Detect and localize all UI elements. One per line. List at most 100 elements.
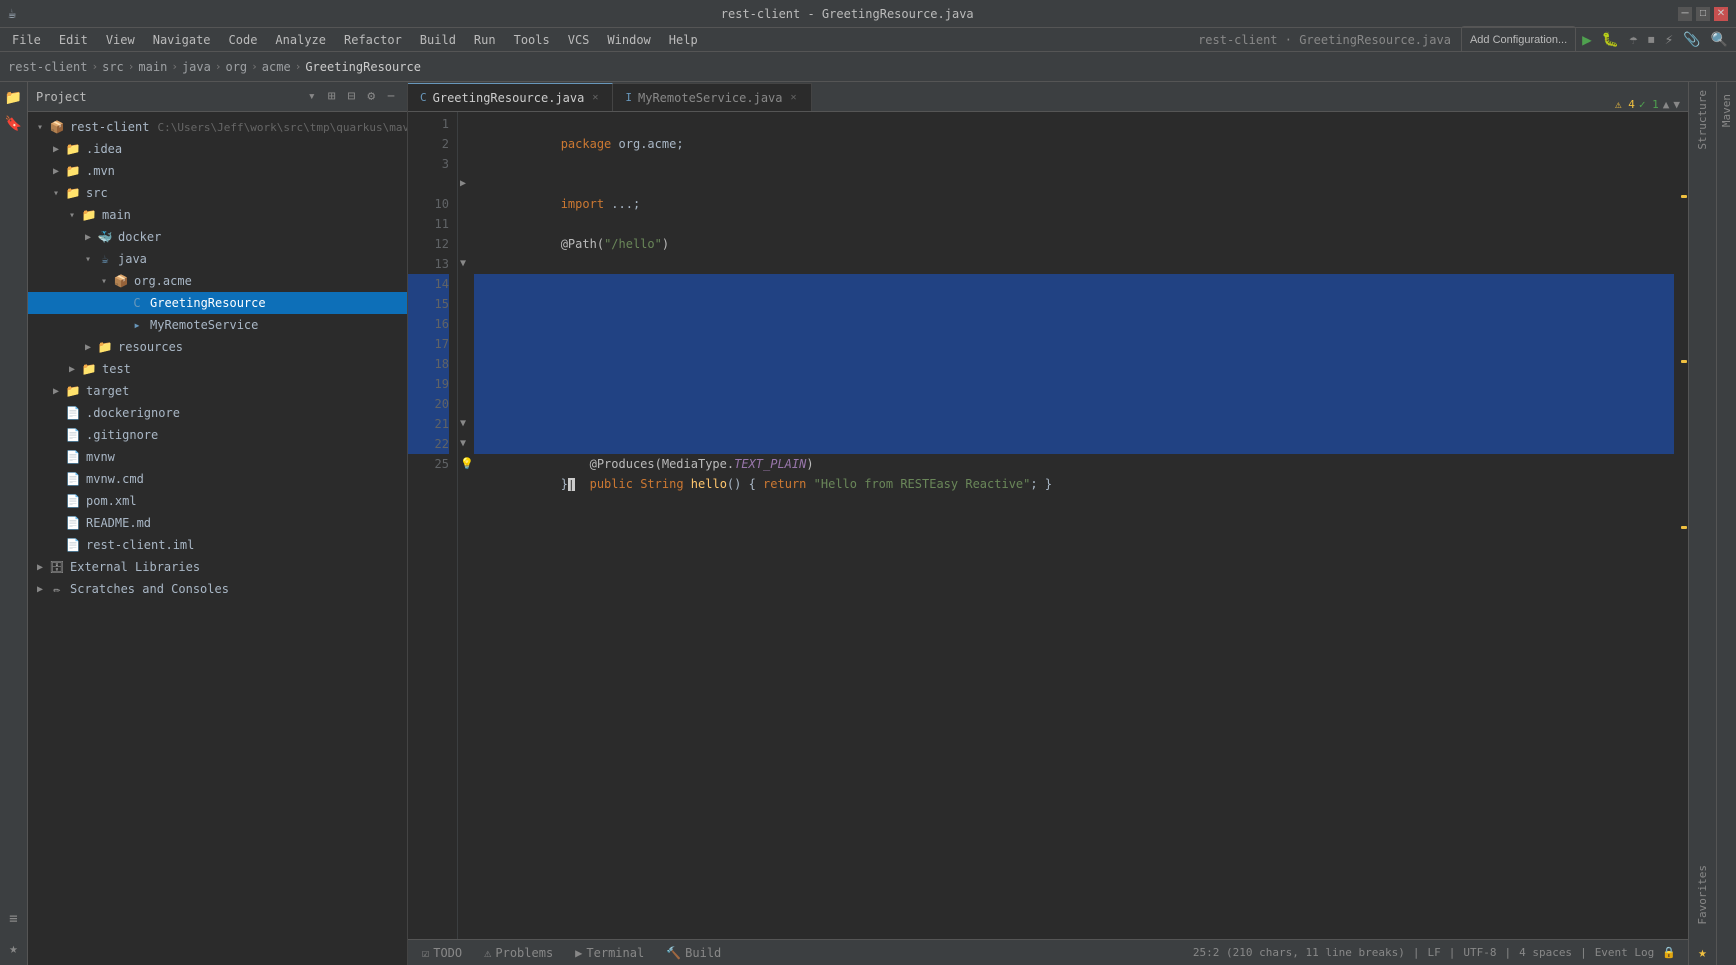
structure-label[interactable]: Structure [1692,82,1713,158]
menu-view[interactable]: View [98,31,143,49]
minimize-button[interactable]: ─ [1678,7,1692,21]
build-icon: 🔨 [666,946,681,960]
tab-problems[interactable]: ⚠ Problems [474,944,563,962]
nav-greetingresource[interactable]: GreetingResource [305,60,421,74]
project-tool-window-icon[interactable]: 📁 [2,86,26,110]
tree-node-dockerignore[interactable]: 📄 .dockerignore [28,402,407,424]
tab-terminal[interactable]: ▶ Terminal [565,944,654,962]
menu-window[interactable]: Window [599,31,658,49]
search-everywhere-button[interactable]: 🔍 [1707,32,1732,48]
project-tree: ▾ 📦 rest-client C:\Users\Jeff\work\src\t… [28,112,407,965]
project-scope-button[interactable]: ▾ [304,87,320,106]
code-line-21: ▼ @Produces(MediaType.TEXT_PLAIN) [474,414,1674,434]
project-expand-all[interactable]: ⊞ [324,87,340,106]
my-remote-service-tab-label: MyRemoteService.java [638,91,783,105]
tree-node-idea[interactable]: ▶ 📁 .idea [28,138,407,160]
terminal-icon: ▶ [575,946,582,960]
favorites-icon[interactable]: ★ [2,937,26,961]
nav-restclient[interactable]: rest-client [8,60,87,74]
code-line-11: @Path("/hello") [474,214,1674,234]
tree-node-mvnwcmd[interactable]: 📄 mvnw.cmd [28,468,407,490]
menu-tools[interactable]: Tools [506,31,558,49]
tree-node-my-remote-service[interactable]: ▸ MyRemoteService [28,314,407,336]
favorites-label[interactable]: Favorites [1692,857,1713,933]
coverage-button[interactable]: ☂ [1625,32,1641,48]
code-line-22: 💡 public String hello() { return "Hello … [474,434,1674,454]
star-icon[interactable]: ★ [1694,941,1710,965]
code-line-25: }| [474,454,1674,474]
tree-node-mvnw[interactable]: 📄 mvnw [28,446,407,468]
project-collapse-all[interactable]: ⊟ [344,87,360,106]
add-configuration-button[interactable]: Add Configuration... [1461,26,1576,54]
tree-node-src[interactable]: ▾ 📁 src [28,182,407,204]
tree-node-target[interactable]: ▶ 📁 target [28,380,407,402]
tree-node-scratches-consoles[interactable]: ▶ ✏ Scratches and Consoles [28,578,407,600]
nav-org[interactable]: org [225,60,247,74]
nav-main[interactable]: main [138,60,167,74]
title-text: rest-client - GreetingResource.java [24,7,1670,21]
menu-build[interactable]: Build [412,31,464,49]
tree-node-org-acme[interactable]: ▾ 📦 org.acme [28,270,407,292]
menu-edit[interactable]: Edit [51,31,96,49]
nav-src[interactable]: src [102,60,124,74]
editor-content: 1 2 3 10 11 12 13 14 15 16 17 18 19 20 2… [408,112,1688,939]
tree-node-resources[interactable]: ▶ 📁 resources [28,336,407,358]
project-close[interactable]: − [383,87,399,106]
bookmarks-icon[interactable]: 🔖 [2,112,26,136]
tab-build[interactable]: 🔨 Build [656,944,731,962]
nav-acme[interactable]: acme [262,60,291,74]
todo-label: TODO [433,946,462,960]
lock-icon: 🔒 [1662,946,1676,959]
tab-todo[interactable]: ☑ TODO [412,944,472,962]
greeting-resource-tab-close[interactable]: ✕ [590,91,600,104]
tab-greeting-resource[interactable]: C GreetingResource.java ✕ [408,83,613,111]
stop-button[interactable]: ⏹ [1644,32,1659,48]
run-config-label: rest-client · GreetingResource.java [1190,33,1459,47]
menu-vcs[interactable]: VCS [560,31,598,49]
maximize-button[interactable]: □ [1696,7,1710,21]
structure-icon[interactable]: ≡ [2,907,26,931]
menu-run[interactable]: Run [466,31,504,49]
my-remote-service-tab-close[interactable]: ✕ [789,91,799,104]
nav-java[interactable]: java [182,60,211,74]
event-log[interactable]: Event Log [1595,946,1655,959]
maven-label[interactable]: Maven [1716,86,1736,135]
tree-node-greeting-resource[interactable]: C GreetingResource [28,292,407,314]
problems-icon: ⚠ [484,946,491,960]
tree-node-pomxml[interactable]: 📄 pom.xml [28,490,407,512]
code-line-12: ▼ public class GreetingResource { [474,234,1674,254]
code-line-15: String myProperty; [474,294,1674,314]
menu-navigate[interactable]: Navigate [145,31,219,49]
warning-count: ⚠ 4 [1615,98,1635,111]
tree-node-restclientml[interactable]: 📄 rest-client.iml [28,534,407,556]
gutter-warning-2 [1681,360,1687,363]
tab-my-remote-service[interactable]: I MyRemoteService.java ✕ [613,83,811,111]
line-ending: LF [1427,946,1440,959]
tree-node-java[interactable]: ▾ ☕ java [28,248,407,270]
tree-node-main[interactable]: ▾ 📁 main [28,204,407,226]
tree-node-gitignore[interactable]: 📄 .gitignore [28,424,407,446]
tree-node-rest-client[interactable]: ▾ 📦 rest-client C:\Users\Jeff\work\src\t… [28,116,407,138]
tree-node-docker[interactable]: ▶ 🐳 docker [28,226,407,248]
run-button[interactable]: ▶ [1578,30,1596,49]
menu-refactor[interactable]: Refactor [336,31,410,49]
menu-help[interactable]: Help [661,31,706,49]
tree-node-test[interactable]: ▶ 📁 test [28,358,407,380]
close-button[interactable]: ✕ [1714,7,1728,21]
code-line-2 [474,134,1674,154]
terminal-label: Terminal [586,946,644,960]
cursor-position: 25:2 (210 chars, 11 line breaks) [1193,946,1405,959]
code-line-19 [474,374,1674,394]
profile-button[interactable]: ⚡ [1661,32,1677,48]
tree-node-readmemd[interactable]: 📄 README.md [28,512,407,534]
right-gutter[interactable] [1674,112,1688,939]
tree-node-mvn[interactable]: ▶ 📁 .mvn [28,160,407,182]
project-settings[interactable]: ⚙ [363,87,379,106]
menu-file[interactable]: File [4,31,49,49]
menu-code[interactable]: Code [221,31,266,49]
debug-button[interactable]: 🐛 [1598,32,1623,48]
menu-analyze[interactable]: Analyze [267,31,334,49]
code-editor[interactable]: package org.acme; ▶ import ...; [458,112,1674,939]
tree-node-external-libraries[interactable]: ▶ 🗄 External Libraries [28,556,407,578]
attach-button[interactable]: 📎 [1679,32,1704,48]
